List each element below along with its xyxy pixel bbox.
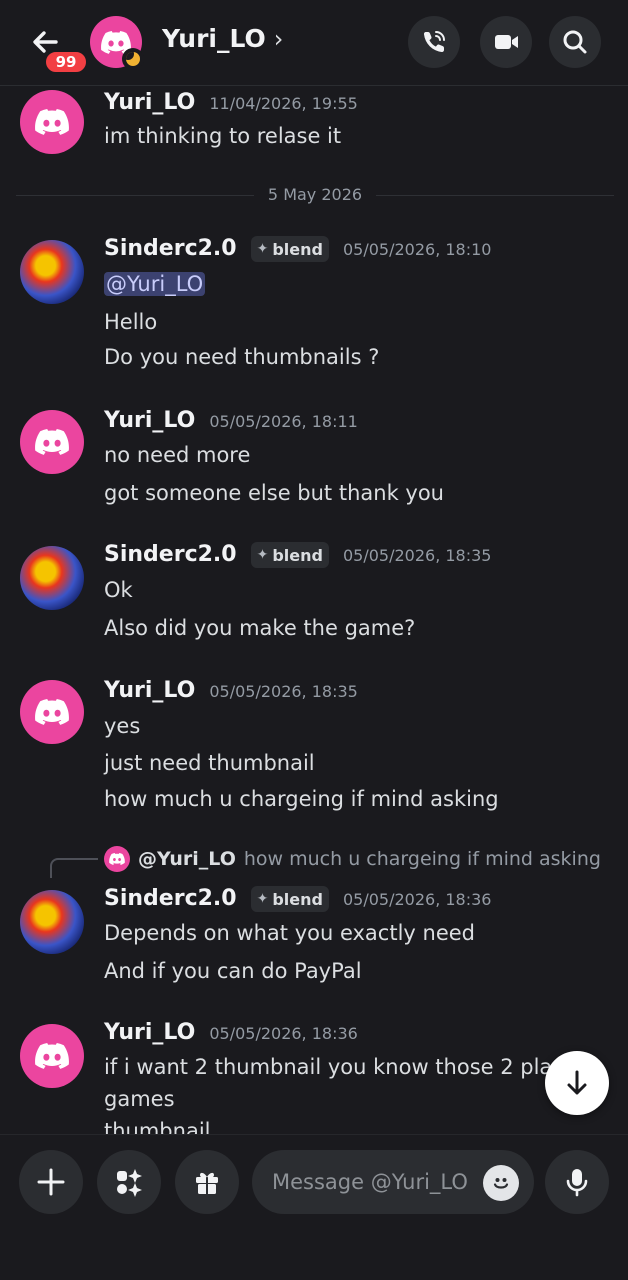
username[interactable]: Yuri_LO (104, 678, 195, 703)
username[interactable]: Yuri_LO (104, 1020, 195, 1045)
message-text: got someone else but thank you (104, 481, 444, 505)
clan-tag-label: blend (272, 889, 323, 909)
video-call-button[interactable] (480, 16, 532, 68)
avatar (104, 846, 130, 872)
avatar[interactable] (20, 1024, 84, 1088)
avatar[interactable] (20, 240, 84, 304)
username[interactable]: Yuri_LO (104, 90, 195, 115)
message-header: Yuri_LO 05/05/2026, 18:36 (104, 1020, 358, 1045)
timestamp: 05/05/2026, 18:35 (209, 682, 358, 701)
message-text: just need thumbnail (104, 751, 315, 775)
reply-reference[interactable]: @Yuri_LO how much u chargeing if mind as… (104, 846, 601, 872)
message-text: yes (104, 714, 141, 738)
message-text: games (104, 1087, 175, 1111)
message-header: Yuri_LO 05/05/2026, 18:11 (104, 408, 358, 433)
apps-sparkle-icon (117, 1169, 142, 1197)
chat-header: 99 Yuri_LO › (0, 0, 628, 86)
plus-icon (37, 1168, 65, 1196)
message-text: Ok (104, 578, 133, 602)
timestamp: 05/05/2026, 18:35 (342, 546, 492, 565)
discord-logo-icon (35, 699, 69, 725)
message-text: how much u chargeing if mind asking (104, 787, 499, 811)
search-button[interactable] (549, 16, 601, 68)
reply-text: how much u chargeing if mind asking (243, 848, 601, 870)
timestamp: 05/05/2026, 18:11 (209, 412, 358, 431)
message-text: if i want 2 thumbnail you know those 2 p… (104, 1055, 578, 1079)
idle-status-icon (122, 48, 144, 70)
apps-button[interactable] (97, 1150, 161, 1214)
message-text: @Yuri_LO (104, 272, 206, 296)
timestamp: 05/05/2026, 18:10 (342, 240, 492, 259)
message-header: Sinderc2.0 ✦ blend 05/05/2026, 18:10 (104, 236, 491, 264)
message-text: And if you can do PayPal (104, 959, 362, 983)
video-camera-icon (495, 35, 518, 49)
message-text: Depends on what you exactly need (104, 921, 475, 945)
gift-icon (196, 1172, 218, 1194)
arrow-down-icon (567, 1070, 587, 1095)
message-text: no need more (104, 443, 251, 467)
message-text: Also did you make the game? (104, 616, 416, 640)
unread-badge: 99 (44, 50, 88, 74)
timestamp: 05/05/2026, 18:36 (342, 890, 492, 909)
user-mention[interactable]: @Yuri_LO (104, 272, 206, 296)
sparkle-icon: ✦ (256, 241, 269, 257)
avatar[interactable] (20, 90, 84, 154)
search-icon (563, 30, 587, 54)
message-header: Yuri_LO 11/04/2026, 19:55 (104, 90, 358, 115)
discord-logo-icon (35, 429, 69, 455)
clan-tag[interactable]: ✦ blend (250, 236, 329, 262)
message-composer: Message @Yuri_LO (0, 1134, 628, 1280)
gift-button[interactable] (175, 1150, 239, 1214)
discord-logo-icon (35, 109, 69, 135)
date-divider-label: 5 May 2026 (253, 185, 377, 204)
message-text: im thinking to relase it (104, 124, 342, 148)
add-attachment-button[interactable] (19, 1150, 83, 1214)
avatar[interactable] (20, 680, 84, 744)
avatar[interactable] (20, 890, 84, 954)
clan-tag-label: blend (272, 239, 323, 259)
reply-username: @Yuri_LO (138, 848, 236, 870)
username[interactable]: Sinderc2.0 (104, 886, 237, 911)
microphone-icon (566, 1169, 588, 1197)
reply-connector (50, 858, 98, 878)
voice-call-button[interactable] (408, 16, 460, 68)
discord-logo-icon (35, 1043, 69, 1069)
username[interactable]: Sinderc2.0 (104, 542, 237, 567)
timestamp: 05/05/2026, 18:36 (209, 1024, 358, 1043)
clan-tag[interactable]: ✦ blend (250, 886, 329, 912)
message-list[interactable]: Yuri_LO 11/04/2026, 19:55 im thinking to… (0, 86, 628, 1134)
avatar[interactable] (20, 410, 84, 474)
sparkle-icon: ✦ (256, 891, 269, 907)
username[interactable]: Yuri_LO (104, 408, 195, 433)
message-text: Hello (104, 310, 158, 334)
page-title: Yuri_LO (162, 24, 266, 53)
sparkle-icon: ✦ (256, 547, 269, 563)
message-header: Sinderc2.0 ✦ blend 05/05/2026, 18:36 (104, 886, 491, 914)
chevron-right-icon: › (273, 24, 284, 53)
discord-logo-icon (109, 853, 125, 865)
clan-tag[interactable]: ✦ blend (250, 542, 329, 568)
phone-call-icon (423, 31, 445, 53)
channel-title[interactable]: Yuri_LO › (162, 24, 283, 53)
emoji-button[interactable] (483, 1165, 519, 1201)
username[interactable]: Sinderc2.0 (104, 236, 237, 261)
message-header: Sinderc2.0 ✦ blend 05/05/2026, 18:35 (104, 542, 491, 570)
scroll-to-bottom-button[interactable] (545, 1051, 609, 1115)
message-text: thumbnail (104, 1119, 211, 1134)
voice-message-button[interactable] (545, 1150, 609, 1214)
emoji-icon (493, 1178, 509, 1189)
date-divider: 5 May 2026 (16, 185, 614, 205)
timestamp: 11/04/2026, 19:55 (209, 94, 358, 113)
message-header: Yuri_LO 05/05/2026, 18:35 (104, 678, 358, 703)
message-text: Do you need thumbnails ? (104, 345, 380, 369)
clan-tag-label: blend (272, 545, 323, 565)
avatar[interactable] (20, 546, 84, 610)
